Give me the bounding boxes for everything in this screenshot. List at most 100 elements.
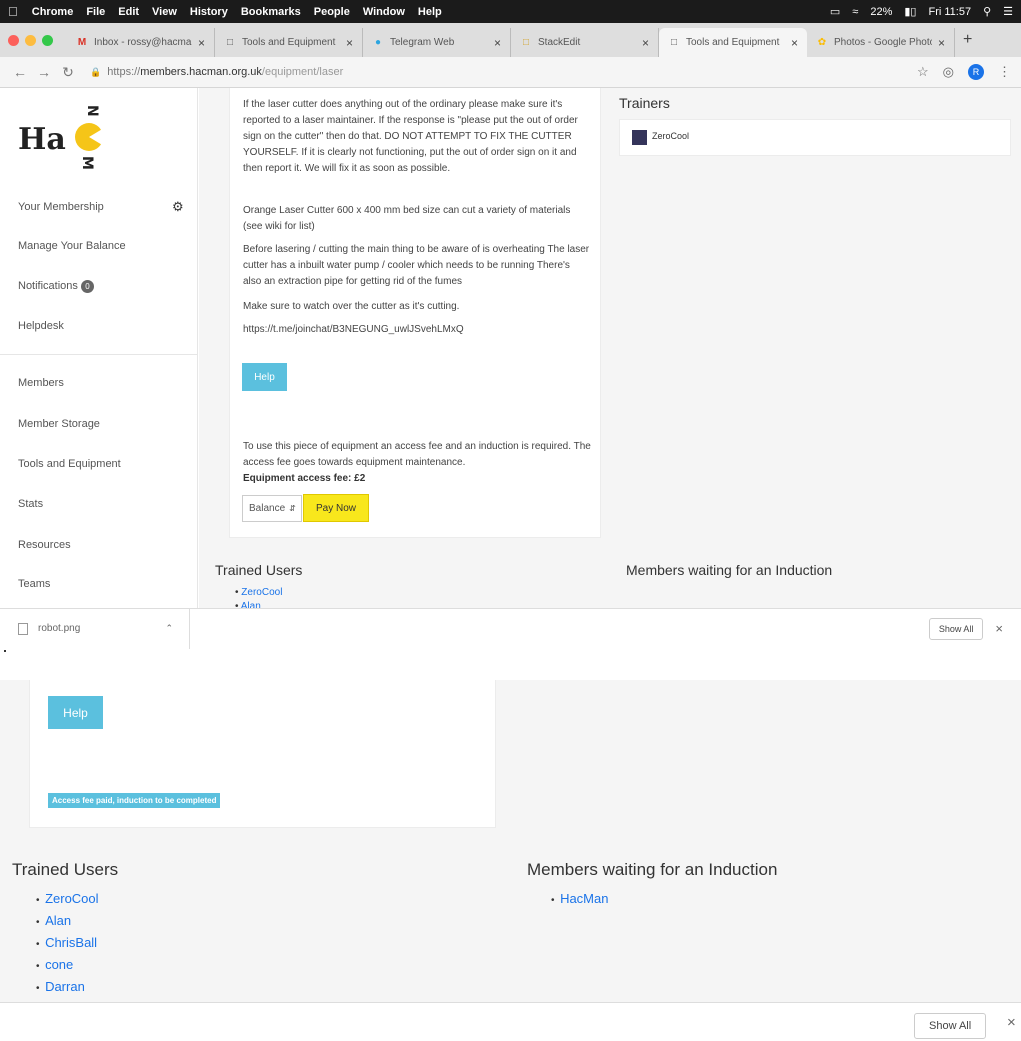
- menubar-status: ▭ ≈ 22% ▮▯ Fri 11:57 ⚲ ☰: [830, 5, 1013, 19]
- tab-title: Tools and Equipment: [686, 37, 780, 48]
- back-icon[interactable]: ←: [10, 64, 30, 80]
- clock[interactable]: Fri 11:57: [928, 6, 971, 18]
- bullet-icon: •: [551, 895, 561, 906]
- trainers-card: ZeroCool: [619, 119, 1011, 156]
- tab-google-photos[interactable]: ✿ Photos - Google Photos ×: [807, 28, 955, 57]
- menu-history[interactable]: History: [190, 6, 228, 18]
- menu-file[interactable]: File: [86, 6, 105, 18]
- tab-title: Tools and Equipment: [242, 37, 336, 48]
- select-arrows-icon: ⇵: [289, 504, 296, 513]
- sidebar-item-members[interactable]: Members: [18, 377, 64, 389]
- tab-title: Inbox - rossy@hacman: [94, 37, 192, 48]
- download-item[interactable]: robot.png ⌃: [18, 608, 190, 649]
- zoom-close-icon[interactable]: ×: [1007, 1014, 1016, 1031]
- extension-icon[interactable]: ◎: [943, 64, 954, 80]
- menu-people[interactable]: People: [314, 6, 350, 18]
- list-item: • Alan: [36, 911, 109, 933]
- close-tab-icon[interactable]: ×: [791, 36, 798, 50]
- reload-icon[interactable]: ↻: [58, 64, 78, 81]
- trainer-name[interactable]: ZeroCool: [652, 131, 689, 141]
- sidebar-item-tools-equipment[interactable]: Tools and Equipment: [18, 458, 121, 470]
- user-link[interactable]: cone: [45, 957, 73, 972]
- wifi-icon[interactable]: ≈: [852, 6, 858, 18]
- profile-avatar[interactable]: R: [968, 64, 984, 80]
- zoom-waiting-heading: Members waiting for an Induction: [527, 860, 778, 879]
- user-link[interactable]: Alan: [45, 913, 71, 928]
- bullet-icon: •: [36, 895, 46, 906]
- close-tab-icon[interactable]: ×: [198, 36, 205, 50]
- zoom-download-bar: Show All ×: [0, 1002, 1021, 1041]
- cutter-description: Orange Laser Cutter 600 x 400 mm bed siz…: [243, 205, 571, 232]
- sidebar-item-helpdesk[interactable]: Helpdesk: [18, 320, 64, 332]
- zoom-help-button[interactable]: Help: [48, 696, 103, 729]
- tab-title: Telegram Web: [390, 37, 455, 48]
- spotlight-search-icon[interactable]: ⚲: [983, 5, 991, 18]
- list-item: • ZeroCool: [36, 889, 109, 911]
- hacman-logo[interactable]: N M Ha: [18, 96, 128, 176]
- sidebar-item-your-membership[interactable]: Your Membership: [18, 201, 104, 213]
- user-link[interactable]: Alan: [241, 601, 261, 608]
- sidebar-item-manage-balance[interactable]: Manage Your Balance: [18, 240, 126, 252]
- help-button[interactable]: Help: [242, 363, 287, 391]
- menu-view[interactable]: View: [152, 6, 177, 18]
- telegram-link[interactable]: https://t.me/joinchat/B3NEGUNG_uwlJSvehL…: [243, 322, 591, 338]
- payment-method-select[interactable]: Balance ⇵: [242, 495, 302, 522]
- close-tab-icon[interactable]: ×: [494, 36, 501, 50]
- photos-icon: ✿: [817, 37, 827, 48]
- menu-help[interactable]: Help: [418, 6, 442, 18]
- close-tab-icon[interactable]: ×: [938, 36, 945, 50]
- zoom-waiting-list: • HacMan: [551, 889, 608, 911]
- chevron-up-icon[interactable]: ⌃: [165, 623, 173, 634]
- new-tab-button[interactable]: +: [963, 31, 972, 49]
- bullet-icon: •: [36, 939, 46, 950]
- menu-edit[interactable]: Edit: [118, 6, 139, 18]
- battery-percent: 22%: [870, 5, 893, 18]
- menu-window[interactable]: Window: [363, 6, 405, 18]
- download-bar: robot.png ⌃ Show All ×: [0, 608, 1021, 649]
- close-window-icon[interactable]: [8, 34, 19, 46]
- minimize-window-icon[interactable]: [25, 34, 36, 46]
- user-link[interactable]: ZeroCool: [241, 587, 282, 598]
- pay-now-button[interactable]: Pay Now: [303, 494, 369, 522]
- waiting-member-link[interactable]: HacMan: [560, 891, 608, 906]
- notification-center-icon[interactable]: ☰: [1003, 5, 1013, 18]
- menu-app-chrome[interactable]: Chrome: [32, 6, 74, 18]
- access-fee-text: To use this piece of equipment an access…: [243, 441, 591, 468]
- tab-stackedit[interactable]: □ StackEdit ×: [511, 28, 659, 57]
- sidebar-item-member-storage[interactable]: Member Storage: [18, 418, 100, 430]
- apple-icon[interactable]: : [8, 4, 18, 19]
- user-link[interactable]: Darran: [45, 979, 85, 994]
- access-fee-amount: Equipment access fee: £2: [243, 473, 366, 484]
- macos-menubar:  Chrome File Edit View History Bookmark…: [0, 0, 1021, 23]
- gear-icon[interactable]: ⚙: [172, 199, 184, 215]
- user-link[interactable]: ChrisBall: [45, 935, 97, 950]
- forward-icon[interactable]: →: [34, 64, 54, 80]
- menu-bookmarks[interactable]: Bookmarks: [241, 6, 301, 18]
- close-tab-icon[interactable]: ×: [346, 36, 353, 50]
- svg-text:N: N: [84, 105, 100, 117]
- tab-telegram[interactable]: ● Telegram Web ×: [363, 28, 511, 57]
- address-bar[interactable]: 🔒 https:// members.hacman.org.uk /equipm…: [90, 66, 917, 78]
- airplay-icon[interactable]: ▭: [830, 5, 840, 18]
- list-item: • ChrisBall: [36, 933, 109, 955]
- tab-tools-equipment-active[interactable]: □ Tools and Equipment ×: [659, 28, 807, 57]
- sidebar-item-notifications[interactable]: Notifications 0: [18, 280, 94, 293]
- safety-notice: If the laser cutter does anything out of…: [243, 99, 578, 174]
- user-link[interactable]: ZeroCool: [45, 891, 98, 906]
- tab-tools-equipment[interactable]: □ Tools and Equipment ×: [215, 28, 363, 57]
- bookmark-star-icon[interactable]: ☆: [917, 64, 929, 80]
- close-tab-icon[interactable]: ×: [642, 36, 649, 50]
- sidebar-item-teams[interactable]: Teams: [18, 578, 50, 590]
- file-icon: [18, 622, 28, 635]
- show-all-button[interactable]: Show All: [928, 617, 984, 640]
- sidebar-item-resources[interactable]: Resources: [18, 539, 71, 551]
- sidebar-item-stats[interactable]: Stats: [18, 498, 43, 510]
- zoom-show-all-button[interactable]: Show All: [914, 1013, 987, 1039]
- lock-icon[interactable]: 🔒: [90, 67, 101, 78]
- payment-method-value: Balance: [249, 503, 286, 514]
- zoom-window-icon[interactable]: [42, 34, 53, 46]
- battery-icon[interactable]: ▮▯: [904, 5, 916, 18]
- tab-gmail[interactable]: M Inbox - rossy@hacman ×: [67, 28, 215, 57]
- menu-kebab-icon[interactable]: ⋮: [998, 64, 1011, 80]
- close-icon[interactable]: ×: [995, 621, 1003, 636]
